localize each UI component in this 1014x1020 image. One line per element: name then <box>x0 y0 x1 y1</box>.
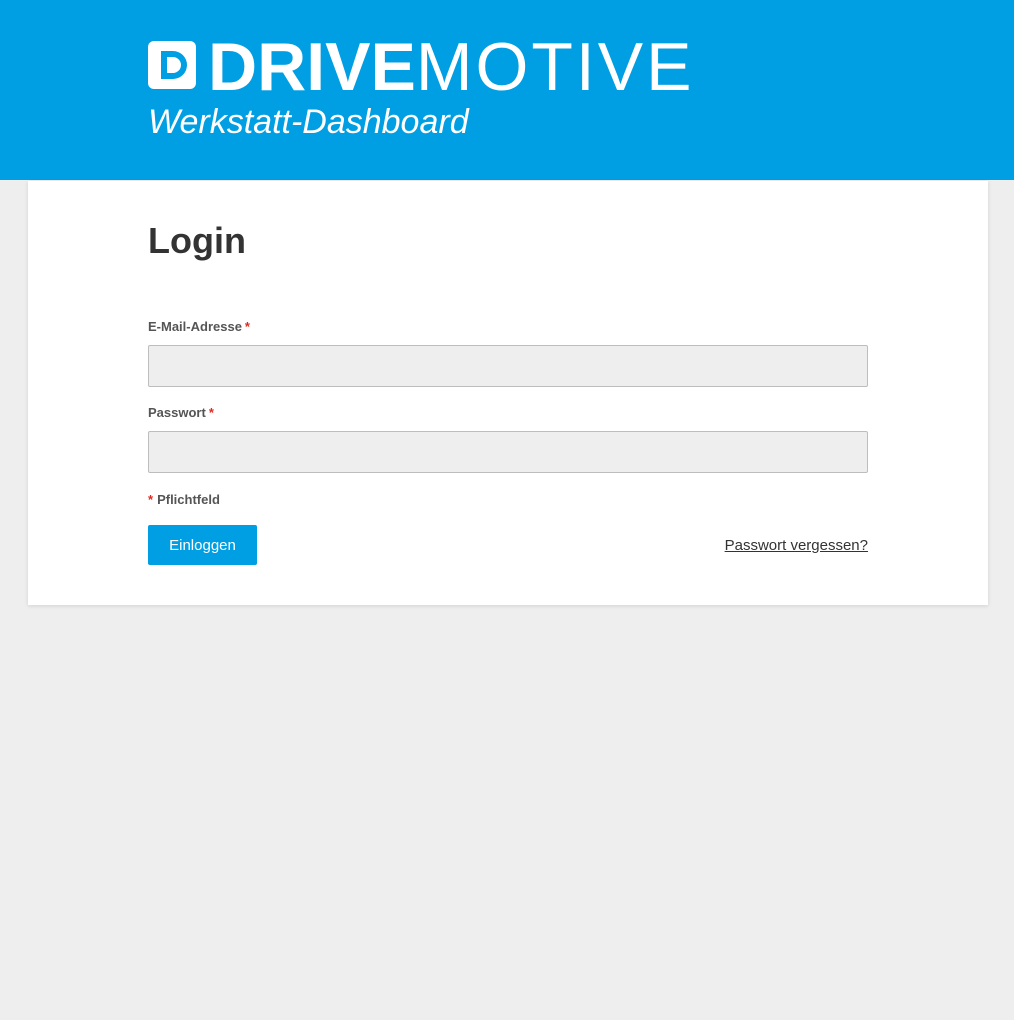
brand-name-light: MOTIVE <box>415 29 695 105</box>
brand-name: DRIVEMOTIVE <box>208 32 695 102</box>
logo-d-glyph <box>161 51 187 79</box>
forgot-password-link[interactable]: Passwort vergessen? <box>725 537 868 555</box>
password-required-marker: * <box>208 405 214 420</box>
password-field[interactable] <box>148 431 868 473</box>
drivemotive-logo-icon <box>148 41 196 89</box>
brand-name-bold: DRIVE <box>208 29 416 105</box>
required-note-text: Pflichtfeld <box>157 492 220 507</box>
email-label-text: E-Mail-Adresse <box>148 319 242 334</box>
login-card: Login E-Mail-Adresse * Passwort * * Pflicht… <box>28 181 988 605</box>
email-required-marker: * <box>244 319 250 334</box>
app-subtitle: Werkstatt-Dashboard <box>148 103 469 141</box>
password-label: Passwort * <box>148 405 214 421</box>
login-button[interactable]: Einloggen <box>148 525 257 565</box>
page-title: Login <box>148 220 246 261</box>
required-note: * Pflichtfeld <box>148 492 220 508</box>
password-label-text: Passwort <box>148 405 206 420</box>
required-note-marker: * <box>148 492 154 507</box>
email-label: E-Mail-Adresse * <box>148 319 250 335</box>
email-field[interactable] <box>148 345 868 387</box>
app-header: DRIVEMOTIVE Werkstatt-Dashboard <box>0 0 1014 180</box>
